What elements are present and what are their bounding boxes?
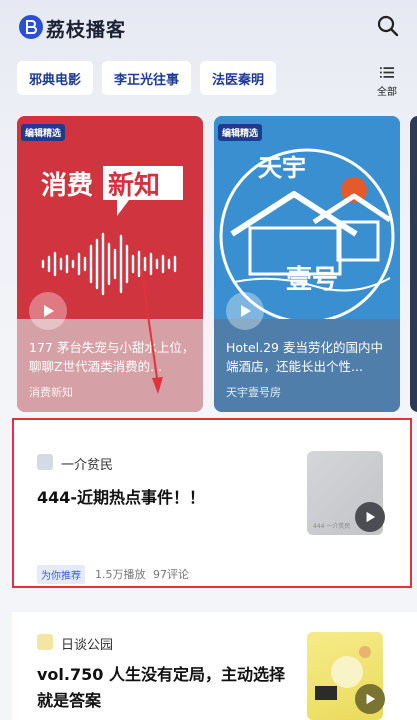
- app-header: 荔枝播客: [0, 0, 417, 56]
- featured-card[interactable]: 编辑精选 天宇 壹号 Hotel.29 麦当劳化的国内中端酒店，还能长出个性..…: [214, 116, 400, 412]
- episode-title[interactable]: vol.750 人生没有定局，主动选择就是答案: [37, 662, 297, 714]
- play-icon: [366, 511, 376, 523]
- episode-title[interactable]: 444-近期热点事件！！: [37, 484, 205, 508]
- play-button[interactable]: [226, 292, 264, 330]
- card-title: 177 茅台失宠与小甜水上位，聊聊Z世代酒类消费的...: [29, 340, 195, 374]
- featured-card[interactable]: [410, 116, 417, 412]
- featured-card[interactable]: 编辑精选 消费 新知 177 茅台失宠与小甜水上位，聊聊Z世代酒类消费的... …: [17, 116, 203, 412]
- episode-list-item[interactable]: 日谈公园 vol.750 人生没有定局，主动选择就是答案: [12, 612, 417, 720]
- card-author: 天宇壹号房: [226, 386, 281, 399]
- card-title: Hotel.29 麦当劳化的国内中端酒店，还能长出个性...: [226, 340, 383, 374]
- comment-count: 97评论: [153, 568, 189, 581]
- editor-pick-badge: 编辑精选: [218, 124, 263, 141]
- podcast-logo-icon: [19, 15, 43, 39]
- topic-tags: 邪典电影 李正光往事 法医秦明: [17, 61, 277, 95]
- avatar: [37, 454, 53, 470]
- episode-list-item[interactable]: 一介贫民 444-近期热点事件！！ 444 一介贫民 为你推荐 1.5万播放 9…: [12, 418, 412, 588]
- episode-author[interactable]: 日谈公园: [61, 634, 113, 653]
- recommend-badge: 为你推荐: [37, 565, 85, 584]
- play-button[interactable]: [29, 292, 67, 330]
- play-button[interactable]: [355, 502, 385, 532]
- list-icon: [380, 67, 394, 78]
- play-count: 1.5万播放: [95, 568, 146, 581]
- all-label: 全部: [377, 87, 397, 98]
- thumbnail-caption: 444 一介贫民: [313, 523, 351, 530]
- play-icon: [44, 305, 54, 317]
- search-icon[interactable]: [376, 14, 400, 38]
- cover-text: 消费: [41, 171, 93, 201]
- cover-text: 天宇: [258, 153, 306, 182]
- card-author: 消费新知: [29, 386, 73, 399]
- tag-chip[interactable]: 邪典电影: [17, 61, 94, 95]
- app-title: 荔枝播客: [46, 19, 127, 41]
- featured-carousel[interactable]: 编辑精选 消费 新知 177 茅台失宠与小甜水上位，聊聊Z世代酒类消费的... …: [17, 116, 417, 412]
- all-categories-button[interactable]: 全部: [375, 63, 399, 98]
- tag-chip[interactable]: 李正光往事: [102, 61, 192, 95]
- editor-pick-badge: 编辑精选: [21, 124, 66, 141]
- play-icon: [366, 693, 376, 705]
- play-button[interactable]: [355, 684, 385, 714]
- play-icon: [241, 305, 251, 317]
- avatar: [37, 634, 53, 650]
- episode-author[interactable]: 一介贫民: [61, 454, 113, 473]
- cover-text: 新知: [108, 170, 160, 201]
- tag-chip[interactable]: 法医秦明: [200, 61, 277, 95]
